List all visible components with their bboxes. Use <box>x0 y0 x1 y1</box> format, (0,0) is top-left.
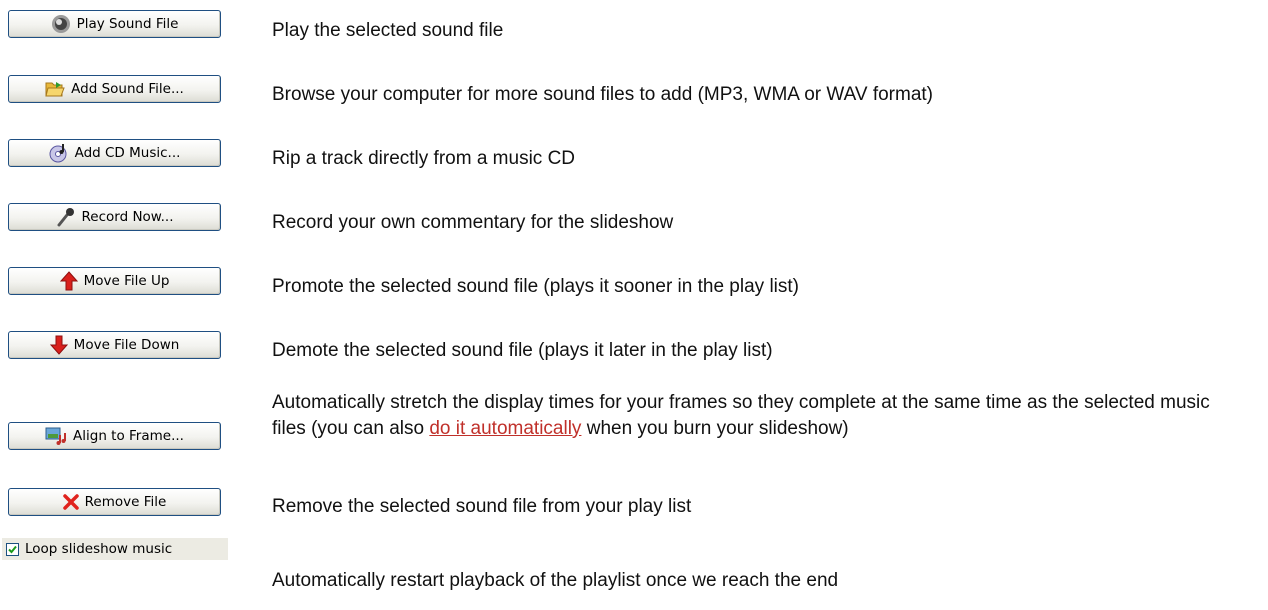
add-sound-file-description: Browse your computer for more sound file… <box>272 84 933 105</box>
add-cd-music-description: Rip a track directly from a music CD <box>272 148 576 169</box>
record-now-button[interactable]: Record Now... <box>8 203 221 231</box>
do-it-automatically-link[interactable]: do it automatically <box>429 418 581 439</box>
align-frame-icon <box>45 427 67 445</box>
add-cd-music-button[interactable]: Add CD Music... <box>8 139 221 167</box>
add-sound-file-button[interactable]: Add Sound File... <box>8 75 221 103</box>
move-file-down-description: Demote the selected sound file (plays it… <box>272 340 773 361</box>
add-sound-file-label: Add Sound File... <box>71 81 184 97</box>
move-file-up-label: Move File Up <box>83 273 170 289</box>
move-file-down-button[interactable]: Move File Down <box>8 331 221 359</box>
align-to-frame-description: Automatically stretch the display times … <box>272 390 1247 442</box>
checkbox-box[interactable] <box>6 542 19 556</box>
remove-file-label: Remove File <box>84 494 167 510</box>
loop-slideshow-music-label: Loop slideshow music <box>25 541 173 557</box>
folder-open-icon <box>45 82 65 97</box>
loop-slideshow-music-checkbox[interactable]: Loop slideshow music <box>2 538 228 560</box>
align-to-frame-button[interactable]: Align to Frame... <box>8 422 221 450</box>
remove-file-button[interactable]: Remove File <box>8 488 221 516</box>
play-sound-file-description: Play the selected sound file <box>272 20 504 41</box>
remove-file-description: Remove the selected sound file from your… <box>272 496 692 517</box>
add-cd-music-label: Add CD Music... <box>74 145 181 161</box>
checkmark-icon <box>8 545 17 553</box>
play-sound-file-label: Play Sound File <box>76 16 179 32</box>
align-description-text-after: when you burn your slideshow) <box>581 418 849 439</box>
move-file-down-label: Move File Down <box>73 337 180 353</box>
align-to-frame-label: Align to Frame... <box>73 428 184 444</box>
record-now-description: Record your own commentary for the slide… <box>272 212 674 233</box>
record-now-label: Record Now... <box>81 209 174 225</box>
microphone-icon <box>57 208 74 227</box>
speaker-icon <box>51 15 70 33</box>
remove-x-icon <box>62 494 79 510</box>
move-file-up-button[interactable]: Move File Up <box>8 267 221 295</box>
arrow-down-icon <box>49 335 68 355</box>
cd-icon <box>49 144 67 163</box>
move-file-up-description: Promote the selected sound file (plays i… <box>272 276 799 297</box>
play-sound-file-button[interactable]: Play Sound File <box>8 10 221 38</box>
loop-description: Automatically restart playback of the pl… <box>272 570 839 591</box>
arrow-up-icon <box>59 271 78 291</box>
